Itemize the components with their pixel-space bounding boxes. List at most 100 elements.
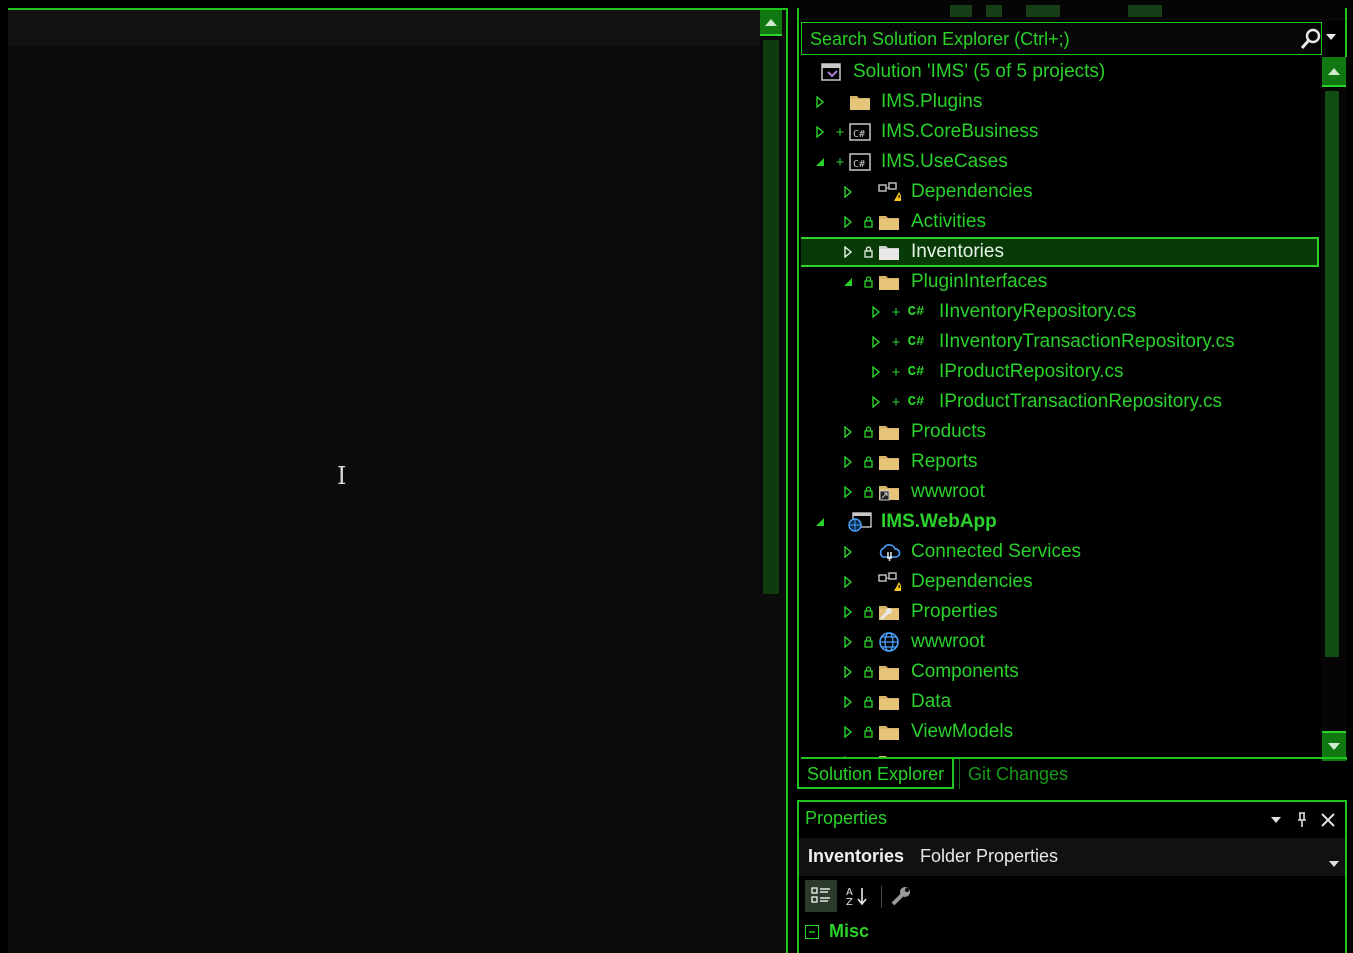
chevron-down-icon[interactable] [1329, 852, 1339, 867]
folder-icon [877, 657, 901, 687]
expand-collapsed-icon[interactable] [869, 327, 883, 357]
expand-collapsed-icon[interactable] [841, 747, 855, 757]
expand-collapsed-icon[interactable] [869, 297, 883, 327]
tree-item-ims-webapp[interactable]: IMS.WebApp [801, 507, 1319, 537]
tree-item-iproductrepository[interactable]: + C# IProductRepository.cs [801, 357, 1319, 387]
expand-collapsed-icon[interactable] [841, 597, 855, 627]
tree-item-label: IMS.WebApp [881, 511, 997, 532]
linked-folder-icon [877, 477, 901, 507]
dependencies-warning-icon [877, 567, 901, 597]
property-category-misc[interactable]: Misc [799, 918, 1345, 948]
toolbar-separator [881, 886, 882, 908]
tree-item-partial[interactable] [801, 747, 1319, 757]
text-cursor-icon: I [337, 462, 347, 490]
tree-item-label: Solution 'IMS' (5 of 5 projects) [853, 61, 1106, 82]
expand-collapsed-icon[interactable] [813, 87, 827, 117]
properties-toolbar: AZ [799, 876, 1345, 916]
tree-item-inventories[interactable]: Inventories [801, 237, 1319, 267]
solution-explorer-scrollbar[interactable] [1321, 57, 1347, 761]
property-pages-button[interactable] [885, 880, 917, 912]
tree-item-activities[interactable]: Activities [801, 207, 1319, 237]
tree-item-ims-usecases[interactable]: + C# IMS.UseCases [801, 147, 1319, 177]
tree-item-data[interactable]: Data [801, 687, 1319, 717]
expand-collapsed-icon[interactable] [869, 357, 883, 387]
folder-icon [877, 267, 901, 297]
close-icon[interactable] [1319, 810, 1337, 830]
tree-item-webapp-properties[interactable]: Properties [801, 597, 1319, 627]
category-label: Misc [829, 921, 870, 941]
panel-border [797, 8, 799, 760]
search-options-dropdown-icon[interactable] [1323, 28, 1339, 46]
tree-item-dependencies[interactable]: Dependencies [801, 177, 1319, 207]
tree-item-viewmodels[interactable]: ViewModels [801, 717, 1319, 747]
tree-item-label: IInventoryRepository.cs [939, 301, 1137, 322]
toolbar-button[interactable] [986, 5, 1002, 17]
tree-item-connected-services[interactable]: Connected Services [801, 537, 1319, 567]
tree-item-label: Reports [911, 451, 978, 472]
expand-collapsed-icon[interactable] [841, 627, 855, 657]
solution-explorer-search[interactable] [801, 22, 1323, 56]
expand-collapsed-icon[interactable] [841, 717, 855, 747]
editor-vertical-scrollbar[interactable] [760, 10, 784, 594]
panel-divider[interactable] [786, 8, 788, 953]
tree-item-label: Products [911, 421, 986, 442]
expand-collapsed-icon[interactable] [841, 417, 855, 447]
editor-header-strip [8, 10, 760, 45]
lock-icon [861, 687, 875, 717]
folder-icon [877, 207, 901, 237]
tree-item-components[interactable]: Components [801, 657, 1319, 687]
code-editor[interactable] [8, 8, 786, 953]
expand-collapsed-icon[interactable] [813, 117, 827, 147]
tree-item-iproducttransactionrepository[interactable]: + C# IProductTransactionRepository.cs [801, 387, 1319, 417]
lock-icon [861, 717, 875, 747]
tree-item-iinventoryrepository[interactable]: + C# IInventoryRepository.cs [801, 297, 1319, 327]
scrollbar-track[interactable] [763, 40, 779, 594]
expand-collapsed-icon[interactable] [841, 447, 855, 477]
scroll-up-arrow-icon[interactable] [1322, 57, 1346, 87]
tree-item-usecases-wwwroot[interactable]: wwwroot [801, 477, 1319, 507]
expand-collapsed-icon[interactable] [841, 537, 855, 567]
categorized-view-button[interactable] [805, 880, 837, 912]
tree-item-products[interactable]: Products [801, 417, 1319, 447]
lock-icon [861, 207, 875, 237]
tree-item-ims-plugins[interactable]: IMS.Plugins [801, 87, 1319, 117]
tree-item-ims-corebusiness[interactable]: + C# IMS.CoreBusiness [801, 117, 1319, 147]
properties-window: Properties Inventories Folder Properties… [797, 800, 1347, 953]
search-icon[interactable] [1299, 27, 1323, 51]
expand-expanded-icon[interactable] [813, 147, 827, 177]
expand-collapsed-icon[interactable] [869, 387, 883, 417]
expand-collapsed-icon[interactable] [841, 657, 855, 687]
lock-icon [861, 267, 875, 297]
scrollbar-thumb[interactable] [1325, 91, 1339, 657]
solution-icon [819, 57, 843, 87]
alphabetical-sort-button[interactable]: AZ [841, 880, 873, 912]
collapse-minus-icon[interactable] [805, 925, 819, 939]
expand-collapsed-icon[interactable] [841, 177, 855, 207]
expand-collapsed-icon[interactable] [841, 237, 855, 267]
tree-item-webapp-dependencies[interactable]: Dependencies [801, 567, 1319, 597]
tree-item-plugininterfaces[interactable]: PluginInterfaces [801, 267, 1319, 297]
tree-item-webapp-wwwroot[interactable]: wwwroot [801, 627, 1319, 657]
scroll-up-arrow-icon[interactable] [760, 10, 782, 36]
tree-item-reports[interactable]: Reports [801, 447, 1319, 477]
tab-git-changes[interactable]: Git Changes [959, 759, 1076, 789]
tree-item-label: PluginInterfaces [911, 271, 1048, 292]
tree-item-label: IInventoryTransactionRepository.cs [939, 331, 1235, 352]
toolbar-button[interactable] [1128, 5, 1162, 17]
expand-expanded-icon[interactable] [841, 267, 855, 297]
expand-collapsed-icon[interactable] [841, 567, 855, 597]
tree-item-solution[interactable]: Solution 'IMS' (5 of 5 projects) [801, 57, 1319, 87]
tree-item-iinventorytransactionrepository[interactable]: + C# IInventoryTransactionRepository.cs [801, 327, 1319, 357]
tab-solution-explorer[interactable]: Solution Explorer [797, 759, 955, 789]
expand-expanded-icon[interactable] [813, 507, 827, 537]
search-input[interactable] [808, 23, 1292, 56]
pin-icon[interactable] [1293, 810, 1311, 830]
expand-collapsed-icon[interactable] [841, 687, 855, 717]
toolbar-button[interactable] [950, 5, 972, 17]
expand-collapsed-icon[interactable] [841, 477, 855, 507]
object-selector[interactable]: Inventories Folder Properties [799, 838, 1345, 876]
expand-collapsed-icon[interactable] [841, 207, 855, 237]
solution-tree: Solution 'IMS' (5 of 5 projects) IMS.Plu… [801, 57, 1321, 757]
toolbar-button[interactable] [1026, 5, 1060, 17]
window-position-dropdown-icon[interactable] [1267, 810, 1285, 830]
